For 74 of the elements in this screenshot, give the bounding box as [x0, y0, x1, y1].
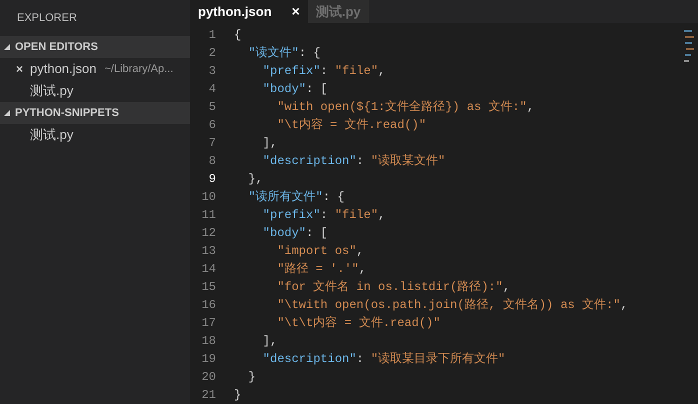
line-number: 15	[200, 279, 217, 296]
line-number: 21	[200, 387, 217, 404]
line-number: 20	[200, 369, 217, 386]
code-token: "description"	[262, 153, 356, 170]
file-item[interactable]: 测试.py	[0, 124, 190, 146]
code-token: ,	[378, 63, 386, 80]
line-number: 2	[208, 45, 217, 62]
line-number: 7	[208, 135, 217, 152]
line-number: 11	[200, 207, 217, 224]
code-token: "\t\t内容 = 文件.read()"	[276, 315, 440, 332]
code-token: "body"	[262, 81, 306, 98]
code-token: ],	[262, 333, 278, 350]
line-number: 9	[208, 171, 217, 188]
editor-tab[interactable]: python.json ×	[190, 0, 308, 23]
line-number: 19	[200, 351, 217, 368]
line-number: 3	[208, 63, 217, 80]
code-token: :	[356, 153, 365, 170]
code-token: "for 文件名 in os.listdir(路径):"	[276, 279, 503, 296]
line-number: 4	[208, 81, 217, 98]
close-icon[interactable]: ×	[16, 60, 26, 78]
code-token: ,	[502, 279, 510, 296]
file-item[interactable]: × python.json ~/Library/Ap...	[0, 58, 190, 80]
code-token: },	[247, 171, 263, 188]
code-token: "prefix"	[262, 207, 320, 224]
line-number: 8	[208, 153, 217, 170]
section-header[interactable]: OPEN EDITORS	[0, 36, 190, 58]
line-number: 12	[200, 225, 217, 242]
code-token: "body"	[262, 225, 306, 242]
line-number: 17	[200, 315, 217, 332]
code-token: "读取某目录下所有文件"	[370, 351, 506, 368]
code-token: {	[234, 27, 242, 44]
code-token: }	[234, 387, 242, 404]
line-number: 5	[208, 99, 217, 116]
code-token: : {	[322, 189, 344, 206]
code-token: ,	[526, 99, 534, 116]
code-token: : [	[306, 225, 328, 242]
file-name: 测试.py	[30, 126, 74, 144]
code-token: "读所有文件"	[247, 189, 323, 206]
code-token: ,	[620, 297, 628, 314]
line-number: 16	[200, 297, 217, 314]
code-token: ,	[358, 261, 366, 278]
file-name: python.json	[30, 60, 96, 78]
sidebar-title: EXPLORER	[17, 10, 77, 26]
code-token: }	[247, 369, 256, 386]
code-token: :	[320, 63, 329, 80]
file-path: ~/Library/Ap...	[104, 62, 174, 77]
code-token: "with open(${1:文件全路径}) as 文件:"	[276, 99, 527, 116]
close-icon[interactable]: ×	[292, 1, 300, 22]
code-token: "file"	[334, 63, 378, 80]
code-token: "file"	[334, 207, 378, 224]
code-token: "description"	[262, 351, 356, 368]
code-token: ,	[378, 207, 386, 224]
line-number: 10	[200, 189, 217, 206]
code-token: : [	[306, 81, 328, 98]
code-token: "读取某文件"	[370, 153, 446, 170]
code-token: "\twith open(os.path.join(路径, 文件名)) as 文件:"	[276, 297, 620, 314]
line-number: 13	[200, 243, 217, 260]
line-number: 14	[200, 261, 217, 278]
code-token: "import os"	[276, 243, 356, 260]
code-token: "读文件"	[247, 45, 299, 62]
code-token: ],	[262, 135, 278, 152]
code-token: "prefix"	[262, 63, 320, 80]
code-token: ,	[356, 243, 364, 260]
line-number: 6	[208, 117, 217, 134]
code-token: :	[356, 351, 365, 368]
code-token: : {	[298, 45, 320, 62]
section-header[interactable]: PYTHON-SNIPPETS	[0, 102, 190, 124]
code-token: "路径 = '.'"	[276, 261, 359, 278]
file-name: 测试.py	[30, 82, 74, 100]
file-item[interactable]: 测试.py	[0, 80, 190, 102]
code-token: "\t内容 = 文件.read()"	[276, 117, 426, 134]
code-token: :	[320, 207, 329, 224]
line-number: 1	[208, 27, 217, 44]
line-number: 18	[200, 333, 217, 350]
